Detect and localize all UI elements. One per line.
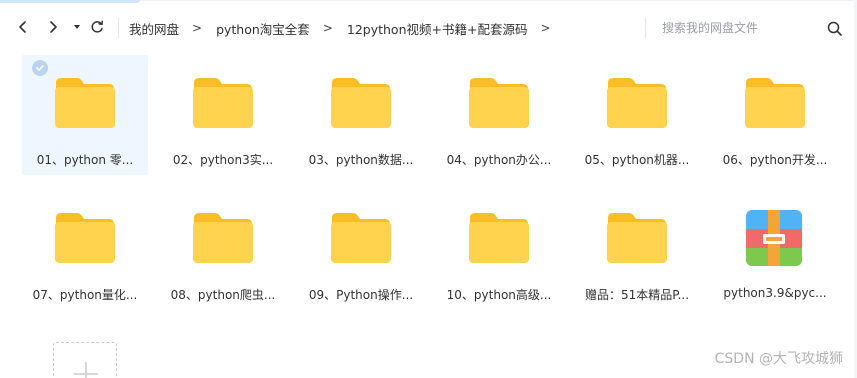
file-name: 08、python爬虫... xyxy=(170,288,276,302)
file-name: 03、python数据... xyxy=(308,153,414,167)
navigation-toolbar: 我的网盘 > python淘宝全套 > 12python视频+书籍+配套源码 > xyxy=(0,8,857,48)
folder-icon xyxy=(55,213,115,263)
breadcrumb-separator: > xyxy=(322,21,333,35)
file-item[interactable]: 10、python高级... xyxy=(436,190,562,310)
file-item[interactable]: 06、python开发... xyxy=(712,55,838,175)
breadcrumb-separator: > xyxy=(540,21,551,35)
folder-icon xyxy=(193,213,253,263)
folder-icon xyxy=(745,78,805,128)
search-button[interactable] xyxy=(826,20,844,38)
top-accent-strip xyxy=(0,0,140,3)
breadcrumb-item-taobao[interactable]: python淘宝全套 xyxy=(216,19,310,38)
top-divider xyxy=(140,0,857,1)
back-button[interactable] xyxy=(12,16,34,38)
search-input[interactable] xyxy=(656,17,816,39)
file-item[interactable]: 07、python量化... xyxy=(22,190,148,310)
file-item[interactable]: 03、python数据... xyxy=(298,55,424,175)
refresh-icon xyxy=(91,20,103,33)
refresh-button[interactable] xyxy=(86,16,108,38)
file-name: 06、python开发... xyxy=(722,153,828,167)
file-item[interactable]: 09、Python操作... xyxy=(298,190,424,310)
file-item[interactable]: 05、python机器... xyxy=(574,55,700,175)
file-name: 05、python机器... xyxy=(584,153,690,167)
folder-icon xyxy=(331,213,391,263)
chevron-right-icon xyxy=(50,21,57,33)
toolbar-divider xyxy=(118,18,119,38)
file-item[interactable]: 赠品：51本精品P... xyxy=(574,190,700,310)
folder-icon xyxy=(331,78,391,128)
file-item[interactable]: 02、python3实... xyxy=(160,55,286,175)
file-name: 01、python 零... xyxy=(36,153,134,167)
file-item[interactable]: 04、python办公... xyxy=(436,55,562,175)
archive-file-icon xyxy=(746,210,802,266)
folder-icon xyxy=(607,213,667,263)
new-item-button[interactable] xyxy=(53,342,117,378)
forward-button[interactable] xyxy=(42,16,64,38)
breadcrumb: 我的网盘 > python淘宝全套 > 12python视频+书籍+配套源码 > xyxy=(129,17,565,39)
selected-check-icon[interactable] xyxy=(32,60,48,76)
watermark: CSDN @大飞攻城狮 xyxy=(714,351,843,367)
folder-icon xyxy=(55,78,115,128)
file-name: 09、Python操作... xyxy=(308,288,414,302)
breadcrumb-item-root[interactable]: 我的网盘 xyxy=(129,19,179,38)
breadcrumb-item-current[interactable]: 12python视频+书籍+配套源码 xyxy=(347,19,528,38)
history-dropdown-button[interactable] xyxy=(66,16,88,38)
search-icon xyxy=(827,21,842,36)
file-name: python3.9&pyc... xyxy=(723,286,827,300)
search-divider xyxy=(645,18,646,38)
file-name: 02、python3实... xyxy=(172,153,274,167)
caret-down-icon xyxy=(74,25,80,29)
folder-icon xyxy=(469,78,529,128)
file-name: 04、python办公... xyxy=(446,153,552,167)
breadcrumb-separator: > xyxy=(192,21,203,35)
chevron-left-icon xyxy=(19,21,26,33)
file-item[interactable]: 01、python 零... xyxy=(22,55,148,175)
folder-icon xyxy=(607,78,667,128)
file-name: 07、python量化... xyxy=(32,288,138,302)
file-item[interactable]: python3.9&pyc... xyxy=(712,190,838,310)
file-name: 10、python高级... xyxy=(446,288,552,302)
file-item[interactable]: 08、python爬虫... xyxy=(160,190,286,310)
plus-icon xyxy=(74,362,98,378)
folder-icon xyxy=(469,213,529,263)
folder-icon xyxy=(193,78,253,128)
file-name: 赠品：51本精品P... xyxy=(584,288,690,302)
